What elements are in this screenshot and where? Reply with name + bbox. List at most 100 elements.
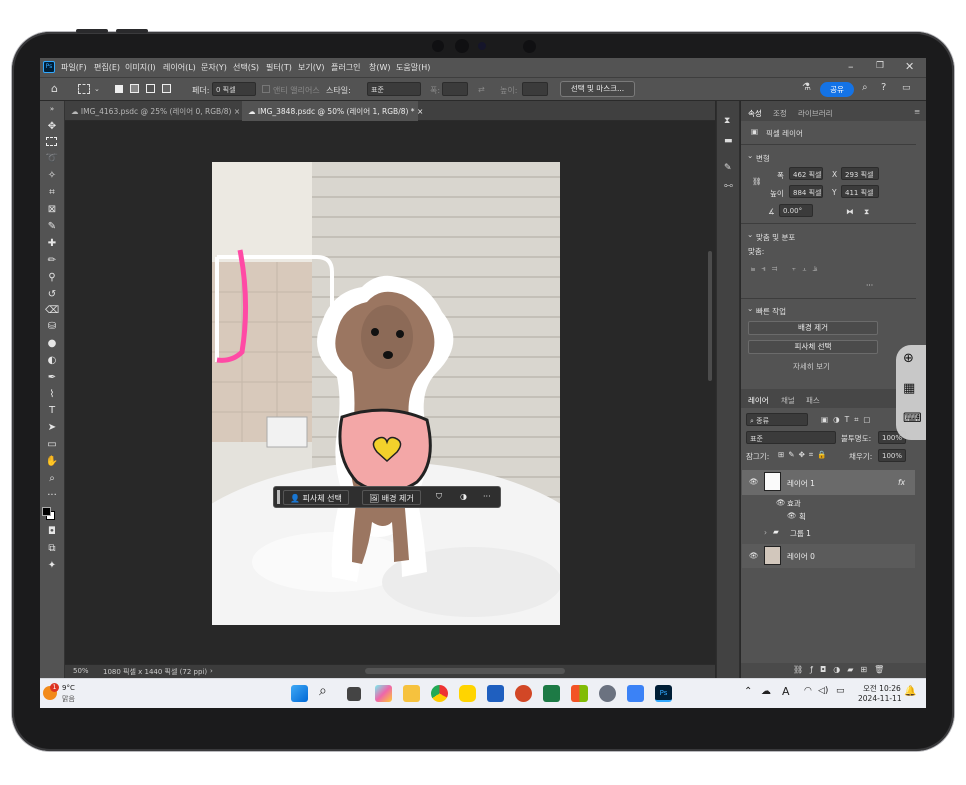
- volume-icon[interactable]: ◁): [818, 686, 828, 696]
- menu-help[interactable]: 도움말(H): [396, 62, 430, 73]
- hand-tool-icon[interactable]: ✋: [45, 456, 59, 468]
- more-tools-icon[interactable]: ···: [45, 490, 59, 502]
- chevron-down-icon[interactable]: ⌄: [747, 230, 753, 239]
- blend-mode-select[interactable]: 표준: [746, 431, 836, 444]
- zoom-tool-icon[interactable]: ⌕: [45, 473, 59, 485]
- minimize-icon[interactable]: –: [848, 60, 854, 73]
- angle-field[interactable]: 0.00°: [779, 204, 813, 217]
- home-icon[interactable]: ⌂: [51, 82, 58, 95]
- vertical-scrollbar[interactable]: [708, 251, 712, 381]
- swap-icon[interactable]: ⇄: [478, 85, 485, 94]
- link-icon[interactable]: ⛓: [752, 177, 762, 186]
- chevron-down-icon[interactable]: ⌄: [747, 304, 753, 313]
- keyboard-icon[interactable]: ⌨: [903, 411, 922, 426]
- flask-icon[interactable]: ⚗: [802, 82, 811, 93]
- word-icon[interactable]: [487, 685, 504, 702]
- eye-icon[interactable]: 👁: [776, 498, 786, 507]
- lock-icons[interactable]: ⊞✎✥⌗🔒: [778, 450, 830, 460]
- width-field[interactable]: 462 픽셀: [789, 167, 823, 180]
- powerpoint-icon[interactable]: [515, 685, 532, 702]
- foreground-color-swatch[interactable]: [42, 507, 51, 516]
- tab-layers[interactable]: 레이어: [748, 395, 769, 406]
- effects-row[interactable]: 👁 효과: [742, 496, 915, 509]
- flip-vertical-icon[interactable]: ⧗: [864, 207, 869, 217]
- menu-select[interactable]: 선택(S): [233, 62, 259, 73]
- frame-tool-icon[interactable]: ⊠: [45, 204, 59, 216]
- eye-icon[interactable]: 👁: [749, 551, 759, 560]
- add-selection-icon[interactable]: [130, 84, 139, 93]
- dodge-tool-icon[interactable]: ◐: [45, 355, 59, 367]
- clock-time[interactable]: 오전 10:26: [863, 683, 901, 694]
- ime-indicator[interactable]: A: [782, 685, 790, 698]
- search-icon[interactable]: ⌕: [862, 82, 868, 93]
- eye-icon[interactable]: 👁: [749, 477, 759, 486]
- freeform-pen-icon[interactable]: ⌇: [45, 389, 59, 401]
- height-field[interactable]: 884 픽셀: [789, 185, 823, 198]
- feather-input[interactable]: 0 픽셀: [212, 82, 256, 96]
- chrome-icon[interactable]: [431, 685, 448, 702]
- filter-icons[interactable]: ▣◑T⌗▢: [821, 415, 876, 425]
- menu-plugins[interactable]: 플러그인: [331, 62, 360, 73]
- menu-file[interactable]: 파일(F): [61, 62, 87, 73]
- learn-more-link[interactable]: 자세히 보기: [793, 361, 830, 372]
- excel-icon[interactable]: [543, 685, 560, 702]
- copilot-icon[interactable]: [375, 685, 392, 702]
- type-tool-icon[interactable]: T: [45, 405, 59, 417]
- blur-tool-icon[interactable]: ●: [45, 338, 59, 350]
- layer-row-layer0[interactable]: 👁 레이어 0: [742, 544, 915, 568]
- file-explorer-icon[interactable]: [403, 685, 420, 702]
- wifi-icon[interactable]: ◠: [804, 686, 812, 696]
- more-button[interactable]: ···: [477, 490, 497, 505]
- height-input[interactable]: [522, 82, 548, 96]
- workspace-icon[interactable]: ▭: [902, 83, 911, 93]
- comment-icon[interactable]: ▬: [724, 136, 733, 146]
- menu-edit[interactable]: 편집(E): [94, 62, 120, 73]
- brush-settings-icon[interactable]: ✎: [724, 163, 732, 173]
- screen-mode-icon[interactable]: ⧉: [45, 543, 59, 555]
- chevron-right-icon[interactable]: ›: [210, 667, 213, 675]
- chevron-up-icon[interactable]: ⌃: [744, 686, 752, 697]
- zoom-in-icon[interactable]: ⊕: [903, 351, 914, 366]
- select-subject-quick-button[interactable]: 피사체 선택: [748, 340, 878, 354]
- generative-icon[interactable]: ✦: [45, 560, 59, 572]
- defender-icon[interactable]: [627, 685, 644, 702]
- flip-horizontal-icon[interactable]: ⧓: [846, 207, 854, 216]
- document-image[interactable]: [212, 162, 560, 625]
- magic-wand-icon[interactable]: ✧: [45, 170, 59, 182]
- tab-channels[interactable]: 채널: [781, 395, 795, 406]
- marquee-tool-icon[interactable]: [46, 137, 57, 146]
- adjust-sliders-icon[interactable]: ⧟: [724, 181, 733, 191]
- horizontal-scrollbar[interactable]: [365, 668, 565, 674]
- layer-row-layer1[interactable]: 👁 레이어 1 fx: [742, 470, 915, 495]
- align-icons[interactable]: ⫢⫣⫤ ⫟⫠⫡: [751, 264, 823, 274]
- chevron-down-icon[interactable]: ⌄: [747, 151, 753, 160]
- x-field[interactable]: 293 픽셀: [841, 167, 879, 180]
- tab-adjustments[interactable]: 조정: [773, 108, 787, 119]
- transform-icon[interactable]: ⛉: [430, 490, 448, 505]
- task-view-icon[interactable]: [347, 687, 361, 701]
- battery-icon[interactable]: ▭: [836, 686, 845, 696]
- healing-brush-icon[interactable]: ✚: [45, 238, 59, 250]
- select-subject-button[interactable]: 👤 피사체 선택: [283, 490, 349, 505]
- eyedropper-icon[interactable]: ✎: [45, 221, 59, 233]
- chevron-down-icon[interactable]: ⌄: [94, 85, 100, 93]
- menu-type[interactable]: 문자(Y): [201, 62, 227, 73]
- close-icon[interactable]: ×: [417, 107, 423, 116]
- quick-mask-icon[interactable]: ◘: [45, 526, 59, 538]
- fill-field[interactable]: 100%: [878, 449, 906, 462]
- notification-bell-icon[interactable]: 🔔: [904, 686, 916, 697]
- menu-image[interactable]: 이미지(I): [125, 62, 156, 73]
- pen-tool-icon[interactable]: ✒: [45, 372, 59, 384]
- expand-icon[interactable]: »: [45, 103, 59, 115]
- menu-window[interactable]: 창(W): [369, 62, 391, 73]
- history-brush-icon[interactable]: ↺: [45, 289, 59, 301]
- drag-handle[interactable]: [277, 490, 280, 504]
- marquee-tool-icon[interactable]: [78, 84, 90, 94]
- search-icon[interactable]: ⌕: [319, 683, 327, 699]
- remove-background-button[interactable]: 🖼 배경 제거: [362, 490, 421, 505]
- layer-row-group1[interactable]: › ▰ 그룹 1: [742, 524, 915, 542]
- select-and-mask-button[interactable]: 선택 및 마스크...: [560, 81, 635, 97]
- panel-menu-icon[interactable]: ≡: [914, 107, 920, 116]
- eraser-icon[interactable]: ⌫: [45, 305, 59, 317]
- intersect-selection-icon[interactable]: [162, 84, 171, 93]
